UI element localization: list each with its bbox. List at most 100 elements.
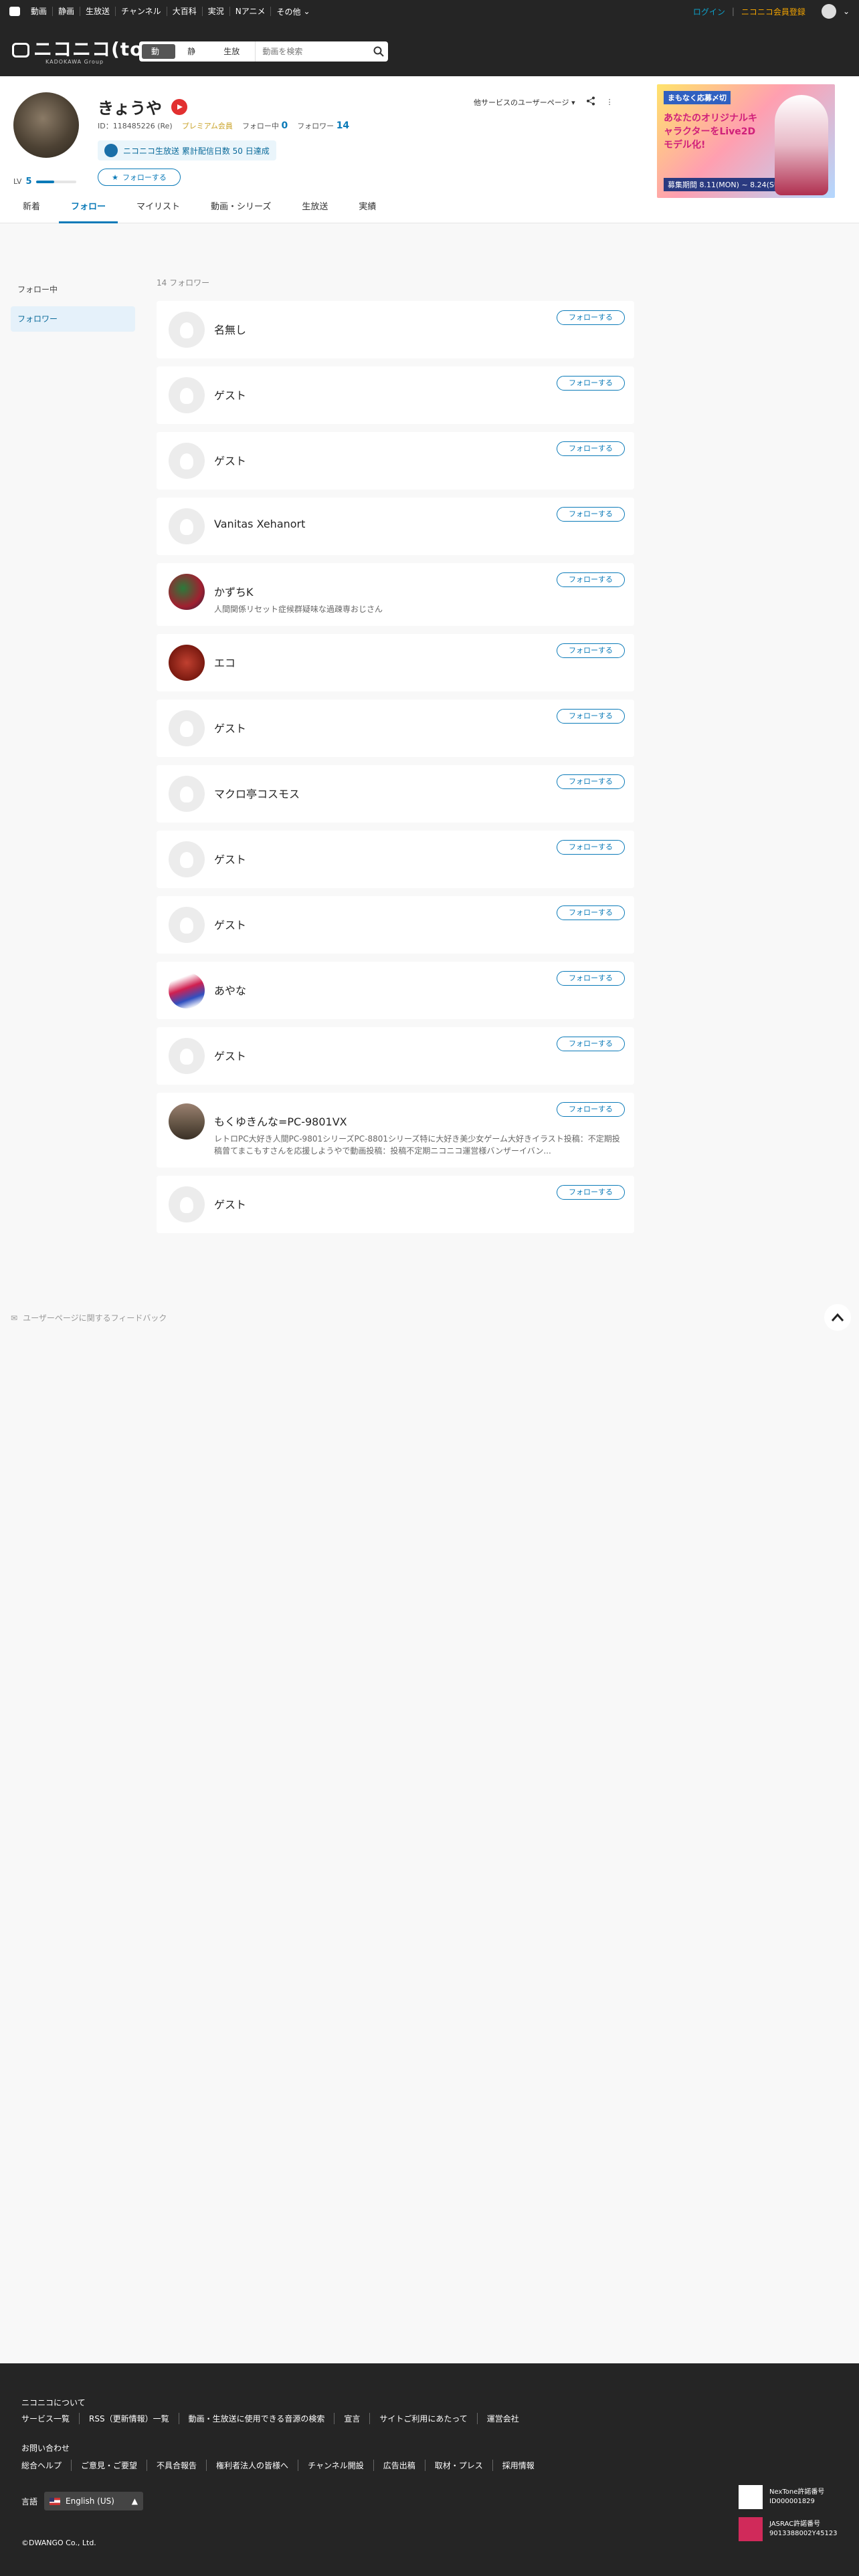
niconico-tv-icon[interactable] (9, 7, 20, 16)
follow-button[interactable]: フォローする (557, 709, 625, 724)
follow-button[interactable]: フォローする (557, 310, 625, 325)
subnav-following[interactable]: フォロー中 (11, 277, 135, 302)
follow-button[interactable]: フォローする (557, 572, 625, 587)
more-options-icon[interactable]: ⋮ (606, 98, 613, 106)
follower-card[interactable]: ゲスト フォローする (157, 896, 634, 954)
follow-button[interactable]: フォローする (557, 643, 625, 658)
footer-link[interactable]: 権利者法人の皆様へ (207, 2460, 299, 2471)
tab-live[interactable]: 生放送 (290, 194, 340, 223)
niconico-logo[interactable]: ニコニコ(tol) KADOKAWA Group (12, 35, 160, 65)
footer-link[interactable]: 宣言 (335, 2413, 371, 2424)
register-link[interactable]: ニコニコ会員登録 (741, 6, 805, 17)
footer-link[interactable]: RSS（更新情報）一覧 (80, 2413, 179, 2424)
follower-card[interactable]: ゲスト フォローする (157, 432, 634, 490)
follower-card[interactable]: ゲスト フォローする (157, 1027, 634, 1085)
follow-button[interactable]: フォローする (557, 376, 625, 391)
user-avatar[interactable] (169, 907, 205, 943)
nav-item-nanime[interactable]: Nアニメ (230, 7, 272, 16)
user-avatar[interactable] (169, 776, 205, 812)
follower-card[interactable]: もくゆきんな=PC-9801VX レトロPC大好き人間PC-9801シリーズPC-… (157, 1093, 634, 1168)
nav-item-live[interactable]: 生放送 (80, 7, 116, 16)
footer-link[interactable]: 広告出稿 (374, 2460, 425, 2471)
follow-button[interactable]: フォローする (557, 1037, 625, 1051)
tab-achievements[interactable]: 実績 (347, 194, 388, 223)
follower-card[interactable]: かずちK 人間関係リセット症候群疑味な過疎専おじさん フォローする (157, 563, 634, 626)
nav-item-jikkyo[interactable]: 実況 (203, 7, 230, 16)
follow-button[interactable]: フォローする (557, 840, 625, 855)
ad-line-2: あなたのオリジナルキャラクターをLive2Dモデル化! (664, 113, 757, 150)
nav-item-channel[interactable]: チャンネル (116, 7, 167, 16)
nav-item-seiga[interactable]: 静画 (53, 7, 81, 16)
follow-button[interactable]: フォローする (557, 905, 625, 920)
achievement-badge[interactable]: ニコニコ生放送 累計配信日数 50 日達成 (98, 140, 276, 160)
nav-item-video[interactable]: 動画 (25, 7, 54, 16)
user-avatar[interactable] (169, 1103, 205, 1140)
youtube-icon[interactable] (171, 98, 187, 115)
follower-card[interactable]: Vanitas Xehanort フォローする (157, 498, 634, 555)
other-services-dropdown[interactable]: 他サービスのユーザーページ ▾ (474, 97, 575, 108)
subnav-followers[interactable]: フォロワー (11, 306, 135, 332)
follower-card[interactable]: ゲスト フォローする (157, 366, 634, 424)
account-avatar[interactable] (821, 4, 836, 19)
footer-contact[interactable]: お問い合わせ (21, 2442, 70, 2454)
footer-link[interactable]: 総合ヘルプ (21, 2460, 72, 2471)
user-avatar[interactable] (169, 710, 205, 746)
advertisement-banner[interactable]: まもなく応募〆切 あなたのオリジナルキャラクターをLive2Dモデル化! 募集期… (657, 84, 835, 198)
search-tab-seiga[interactable]: 静画 (178, 44, 211, 59)
follower-card[interactable]: エコ フォローする (157, 634, 634, 691)
user-avatar[interactable] (169, 377, 205, 413)
nav-item-dic[interactable]: 大百科 (167, 7, 203, 16)
following-stat[interactable]: フォロー中 0 (242, 120, 288, 131)
follow-user-button[interactable]: ★ フォローする (98, 169, 181, 186)
search-tab-live[interactable]: 生放送 (214, 44, 255, 59)
follow-button[interactable]: フォローする (557, 1185, 625, 1200)
chevron-down-icon[interactable]: ⌄ (843, 7, 850, 16)
language-selector-row: 言語 English (US) ▲ (21, 2492, 144, 2510)
login-link[interactable]: ログイン (693, 6, 725, 17)
follower-card[interactable]: ゲスト フォローする (157, 700, 634, 757)
nav-more[interactable]: その他 ⌄ (271, 6, 315, 17)
follower-card[interactable]: あやな フォローする (157, 962, 634, 1019)
tab-mylist[interactable]: マイリスト (124, 194, 192, 223)
user-avatar[interactable] (169, 312, 205, 348)
user-avatar[interactable] (169, 645, 205, 681)
follow-button[interactable]: フォローする (557, 1102, 625, 1117)
footer-link[interactable]: 不具合報告 (147, 2460, 207, 2471)
tab-videos-series[interactable]: 動画・シリーズ (199, 194, 283, 223)
footer-link[interactable]: サイトご利用にあたって (370, 2413, 478, 2424)
follow-button[interactable]: フォローする (557, 441, 625, 456)
search-tab-video[interactable]: 動画 (142, 44, 176, 59)
user-avatar[interactable] (169, 508, 205, 544)
follower-card[interactable]: マクロ亭コスモス フォローする (157, 765, 634, 823)
scroll-to-top-button[interactable] (824, 1304, 851, 1331)
footer-link[interactable]: 採用情報 (493, 2460, 544, 2471)
user-avatar[interactable] (169, 1186, 205, 1222)
follow-button[interactable]: フォローする (557, 507, 625, 522)
search-button[interactable] (369, 41, 388, 62)
footer-link[interactable]: 運営会社 (478, 2413, 529, 2424)
user-avatar[interactable] (169, 1038, 205, 1074)
follow-button[interactable]: フォローする (557, 971, 625, 986)
search-input[interactable] (255, 41, 370, 62)
footer-link[interactable]: チャンネル開設 (298, 2460, 374, 2471)
footer-about[interactable]: ニコニコについて (21, 2397, 86, 2408)
follower-card[interactable]: 名無し フォローする (157, 301, 634, 358)
user-avatar[interactable] (169, 972, 205, 1008)
feedback-link[interactable]: ✉ ユーザーページに関するフィードバック (11, 1312, 167, 1323)
follow-button[interactable]: フォローする (557, 774, 625, 789)
footer-link[interactable]: 動画・生放送に使用できる音源の検索 (179, 2413, 335, 2424)
user-avatar[interactable] (169, 574, 205, 610)
level-progress-fill (35, 180, 54, 183)
tab-follow[interactable]: フォロー (59, 194, 118, 223)
user-avatar[interactable] (169, 841, 205, 877)
user-avatar[interactable] (169, 443, 205, 479)
tab-new[interactable]: 新着 (11, 194, 52, 223)
footer-link[interactable]: 取材・プレス (425, 2460, 493, 2471)
footer-link[interactable]: サービス一覧 (21, 2413, 80, 2424)
follower-card[interactable]: ゲスト フォローする (157, 1176, 634, 1233)
followers-stat[interactable]: フォロワー 14 (297, 120, 349, 131)
footer-link[interactable]: ご意見・ご要望 (72, 2460, 148, 2471)
language-select[interactable]: English (US) ▲ (44, 2492, 144, 2510)
follower-card[interactable]: ゲスト フォローする (157, 831, 634, 888)
share-icon[interactable] (586, 96, 595, 108)
